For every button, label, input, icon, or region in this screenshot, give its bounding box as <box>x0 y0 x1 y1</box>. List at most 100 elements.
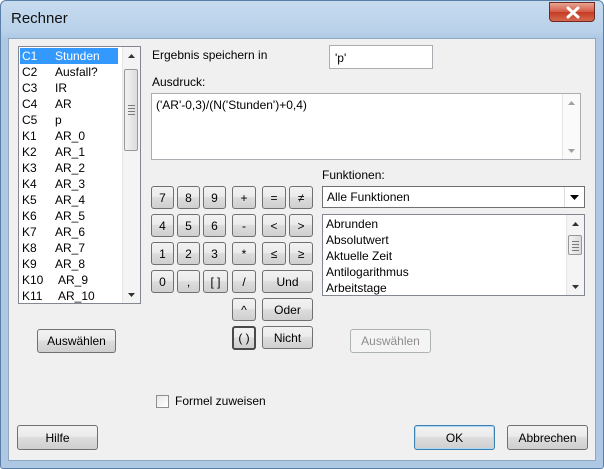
key-1[interactable]: 1 <box>151 242 174 265</box>
variable-list-item[interactable]: K11 AR_10 <box>20 288 120 303</box>
variable-id: K3 <box>22 161 37 175</box>
key-minus[interactable]: - <box>232 214 256 237</box>
key-brackets[interactable]: [ ] <box>203 270 228 293</box>
function-list-item[interactable]: Abrunden <box>324 216 564 232</box>
variable-id: K1 <box>22 129 37 143</box>
key-greater-than[interactable]: > <box>289 214 313 237</box>
variable-list-item[interactable]: K1 AR_0 <box>20 128 120 144</box>
key-or[interactable]: Oder <box>262 298 313 321</box>
scroll-up-arrow[interactable] <box>123 47 140 64</box>
assign-formula-checkbox[interactable] <box>156 395 169 408</box>
key-power[interactable]: ^ <box>232 298 256 321</box>
variable-id: C2 <box>22 65 38 79</box>
function-list[interactable]: Arbeitstage Antilogarithmus Aktuelle Zeit A… <box>322 214 585 296</box>
variable-list-item[interactable]: C2 Ausfall? <box>20 64 120 80</box>
key-comma[interactable]: , <box>177 270 200 293</box>
variable-list-item[interactable]: K7 AR_6 <box>20 224 120 240</box>
key-not-equal[interactable]: ≠ <box>289 186 313 209</box>
function-name: Arbeitstage <box>326 281 387 295</box>
variable-list-scrollbar[interactable] <box>122 47 140 303</box>
arrow-down-icon <box>568 148 575 153</box>
variable-list-item[interactable]: K8 AR_7 <box>20 240 120 256</box>
variable-name: AR_2 <box>55 161 86 175</box>
variable-list-item[interactable]: K10 AR_9 <box>20 272 120 288</box>
calculator-dialog: Rechner K11 AR_10 K10 AR_9 K9 AR_8 K8 AR_7 K7 AR_… <box>0 0 604 469</box>
dialog-title: Rechner <box>11 10 68 27</box>
scroll-down-arrow[interactable] <box>123 286 140 303</box>
key-greater-equal[interactable]: ≥ <box>289 242 313 265</box>
arrow-up-icon <box>128 53 135 58</box>
function-list-item[interactable]: Antilogarithmus <box>324 264 564 280</box>
variable-id: K5 <box>22 193 37 207</box>
function-list-item[interactable]: Arbeitstage <box>324 280 564 295</box>
function-name: Aktuelle Zeit <box>326 249 393 263</box>
close-icon <box>566 6 580 19</box>
variable-select-button[interactable]: Auswählen <box>37 329 116 353</box>
function-select-button[interactable]: Auswählen <box>350 329 431 353</box>
function-category-select[interactable]: Alle Funktionen <box>322 186 585 208</box>
variable-list-item[interactable]: K9 AR_8 <box>20 256 120 272</box>
variable-list-item[interactable]: K3 AR_2 <box>20 160 120 176</box>
key-plus[interactable]: + <box>232 186 256 209</box>
cancel-button[interactable]: Abbrechen <box>507 425 588 450</box>
variable-list-item[interactable]: K5 AR_4 <box>20 192 120 208</box>
arrow-down-icon <box>128 292 135 297</box>
key-equals[interactable]: = <box>262 186 286 209</box>
scroll-up-arrow[interactable] <box>563 94 580 111</box>
key-7[interactable]: 7 <box>151 186 174 209</box>
function-list-scroll-thumb[interactable] <box>568 235 582 255</box>
variable-list-scroll-thumb[interactable] <box>124 69 138 151</box>
key-divide[interactable]: / <box>232 270 256 293</box>
scroll-up-arrow[interactable] <box>567 215 584 232</box>
function-list-item[interactable]: Absolutwert <box>324 232 564 248</box>
key-6[interactable]: 6 <box>203 214 226 237</box>
variable-name: AR_1 <box>55 145 86 159</box>
key-4[interactable]: 4 <box>151 214 174 237</box>
function-name: Absolutwert <box>326 233 389 247</box>
close-button[interactable] <box>549 2 595 22</box>
scroll-down-arrow[interactable] <box>567 278 584 295</box>
function-list-scrollbar[interactable] <box>566 215 584 295</box>
variable-list-item[interactable]: C3 IR <box>20 80 120 96</box>
store-result-input[interactable]: 'p' <box>329 45 433 69</box>
expression-scrollbar[interactable] <box>562 94 580 159</box>
variable-id: K2 <box>22 145 37 159</box>
variable-list-item[interactable]: C5 p <box>20 112 120 128</box>
variable-id: K11 <box>22 289 43 303</box>
function-list-item[interactable]: Aktuelle Zeit <box>324 248 564 264</box>
chevron-down-icon[interactable] <box>564 187 584 207</box>
key-less-equal[interactable]: ≤ <box>262 242 286 265</box>
variable-list-item[interactable]: K2 AR_1 <box>20 144 120 160</box>
title-bar[interactable]: Rechner <box>1 1 603 37</box>
variable-name: IR <box>55 81 67 95</box>
scroll-down-arrow[interactable] <box>563 142 580 159</box>
variable-name: AR_0 <box>55 129 86 143</box>
variable-list-item[interactable]: C1 Stunden <box>20 48 118 64</box>
variable-list-item[interactable]: C4 AR <box>20 96 120 112</box>
dialog-body: K11 AR_10 K10 AR_9 K9 AR_8 K8 AR_7 K7 AR_6 K6 AR_5 K… <box>8 38 596 461</box>
key-3[interactable]: 3 <box>203 242 226 265</box>
variable-id: K6 <box>22 209 37 223</box>
key-less-than[interactable]: < <box>262 214 286 237</box>
key-8[interactable]: 8 <box>177 186 200 209</box>
key-5[interactable]: 5 <box>177 214 200 237</box>
key-multiply[interactable]: * <box>232 242 256 265</box>
key-parentheses[interactable]: ( ) <box>232 326 256 350</box>
variable-id: C4 <box>22 97 38 111</box>
ok-button[interactable]: OK <box>414 425 495 450</box>
variable-id: K8 <box>22 241 37 255</box>
expression-textarea[interactable]: ('AR'-0,3)/(N('Stunden')+0,4) <box>151 93 581 160</box>
variable-list-item[interactable]: K4 AR_3 <box>20 176 120 192</box>
key-not[interactable]: Nicht <box>262 326 313 349</box>
key-2[interactable]: 2 <box>177 242 200 265</box>
function-name: Abrunden <box>326 217 379 231</box>
arrow-up-icon <box>572 221 579 226</box>
variable-name: AR_3 <box>55 177 86 191</box>
variable-name: AR_9 <box>58 273 89 287</box>
key-9[interactable]: 9 <box>203 186 226 209</box>
key-0[interactable]: 0 <box>151 270 174 293</box>
variable-list[interactable]: K11 AR_10 K10 AR_9 K9 AR_8 K8 AR_7 K7 AR_6 K6 AR_5 K… <box>18 46 141 304</box>
key-and[interactable]: Und <box>262 270 313 293</box>
variable-list-item[interactable]: K6 AR_5 <box>20 208 120 224</box>
help-button[interactable]: Hilfe <box>17 425 98 450</box>
